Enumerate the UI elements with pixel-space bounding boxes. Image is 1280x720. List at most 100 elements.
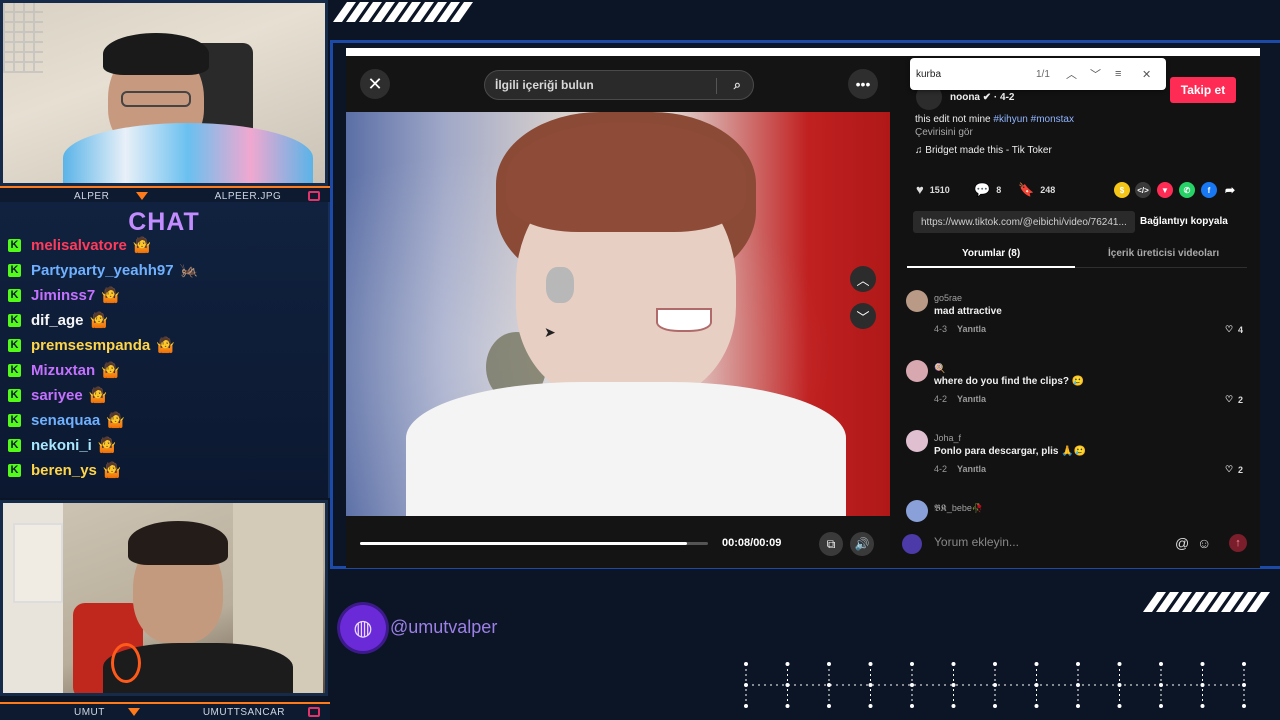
find-count: 1/1 xyxy=(1036,68,1050,80)
comment-date: 4-3 xyxy=(934,324,948,334)
coin-icon[interactable]: $ xyxy=(1114,182,1130,198)
chat-emote-icon: 🤷 xyxy=(106,412,125,429)
search-placeholder: İlgili içeriği bulun xyxy=(495,78,594,92)
reply-button[interactable]: Yanıtla xyxy=(957,464,986,474)
comment-username[interactable]: Joha_f xyxy=(934,433,961,443)
commenter-avatar[interactable] xyxy=(906,500,928,522)
kick-badge-icon: K xyxy=(8,338,21,352)
comment-username[interactable]: 🍭 xyxy=(934,363,945,374)
chat-username[interactable]: melisalvatore xyxy=(31,237,127,254)
music-title: Bridget made this - Tik Toker xyxy=(925,145,1052,156)
kick-badge-icon: K xyxy=(8,263,21,277)
hashtags[interactable]: #kihyun #monstax xyxy=(993,114,1074,125)
chat-emote-icon: 🤷 xyxy=(97,437,117,454)
next-match-icon[interactable]: ﹀ xyxy=(1090,66,1101,82)
chat-username[interactable]: Jiminss7 xyxy=(31,287,95,304)
tab-creator-videos[interactable]: İçerik üreticisi videoları xyxy=(1108,248,1219,259)
music-line[interactable]: ♫ Bridget made this - Tik Toker xyxy=(915,145,1052,156)
chat-message: Ksenaquaa 🤷 xyxy=(8,409,125,431)
menu-icon[interactable]: ≡ xyxy=(1115,68,1121,80)
chat-username[interactable]: premsesmpanda xyxy=(31,337,150,354)
chat-username[interactable]: senaquaa xyxy=(31,412,100,429)
mouse-cursor-icon: ➤ xyxy=(544,324,556,340)
comment-like-icon[interactable]: ♡ xyxy=(1225,324,1233,335)
embed-icon[interactable]: </> xyxy=(1135,182,1151,198)
copy-link-button[interactable]: Bağlantıyı kopyala xyxy=(1140,216,1228,227)
chat-emote-icon: 🤷 xyxy=(156,337,175,354)
comment-stat[interactable]: 💬 8 xyxy=(974,182,1001,198)
chat-username[interactable]: nekoni_i xyxy=(31,437,92,454)
related-search-input[interactable]: İlgili içeriği bulun ⌕ xyxy=(484,70,754,100)
follow-button[interactable]: Takip et xyxy=(1170,77,1236,103)
timecode: 00:08/00:09 xyxy=(722,537,782,549)
video-link-field[interactable]: https://www.tiktok.com/@eibichi/video/76… xyxy=(913,211,1135,233)
kick-badge-icon: K xyxy=(8,288,21,302)
my-avatar xyxy=(902,534,922,554)
video-progress-bar[interactable] xyxy=(360,542,708,545)
chat-emote-icon: 🦗 xyxy=(179,262,199,279)
chat-username[interactable]: beren_ys xyxy=(31,462,97,479)
reply-button[interactable]: Yanıtla xyxy=(957,394,986,404)
decorative-stripes xyxy=(332,2,474,22)
previous-video-button[interactable]: ︿ xyxy=(850,266,876,292)
streamer-name: ALPER xyxy=(74,190,110,202)
webcam-bottom xyxy=(0,500,328,696)
save-stat[interactable]: 🔖 248 xyxy=(1018,182,1055,198)
music-note-icon: ♫ xyxy=(915,145,926,156)
streamer-name: UMUT xyxy=(74,706,105,718)
chat-username[interactable]: dif_age xyxy=(31,312,84,329)
comment-username[interactable]: 𝕭𝕶_bebe🥀 xyxy=(934,503,983,514)
close-find-icon[interactable]: ✕ xyxy=(1142,68,1151,81)
emoji-icon[interactable]: ☺ xyxy=(1197,535,1211,551)
send-icon[interactable]: ▼ xyxy=(1157,182,1173,198)
video-frame[interactable]: ➤ xyxy=(346,112,890,516)
find-in-page-bar[interactable]: kurba 1/1 ︿ ﹀ ≡ ✕ xyxy=(910,58,1166,90)
share-arrow-icon[interactable]: ➦ xyxy=(1222,182,1238,198)
comment-text: where do you find the clips? 🥲 xyxy=(934,376,1085,387)
next-video-button[interactable]: ﹀ xyxy=(850,303,876,329)
commenter-avatar[interactable] xyxy=(906,360,928,382)
chat-username[interactable]: Mizuxtan xyxy=(31,362,95,379)
save-count: 248 xyxy=(1040,185,1056,195)
reply-button[interactable]: Yanıtla xyxy=(957,324,986,334)
chat-emote-icon: 🤷 xyxy=(132,237,152,254)
close-button[interactable]: ✕ xyxy=(360,69,390,99)
more-options-button[interactable]: ••• xyxy=(848,69,878,99)
stream-layout: ALPER ALPEER.JPG CHAT Kmelisalvatore 🤷 K Pa… xyxy=(0,0,1280,720)
chat-message: Ksariyee 🤷 xyxy=(8,384,107,406)
kick-badge-icon: K xyxy=(8,463,21,477)
chat-title: CHAT xyxy=(128,208,200,236)
decorative-stripes xyxy=(1142,592,1271,612)
search-icon[interactable]: ⌕ xyxy=(734,77,741,93)
chat-username[interactable]: sariyee xyxy=(31,387,83,404)
tab-comments[interactable]: Yorumlar (8) xyxy=(962,248,1020,259)
comment-date: 4-2 xyxy=(934,464,948,474)
chat-message: K Partyparty_yeahh97 🦗 xyxy=(8,259,198,281)
like-count: 1510 xyxy=(929,184,950,195)
whatsapp-icon[interactable]: ✆ xyxy=(1179,182,1195,198)
chevron-up-icon: ︿ xyxy=(856,272,870,288)
commenter-avatar[interactable] xyxy=(906,430,928,452)
kick-badge-icon: K xyxy=(8,238,21,252)
arrow-up-icon: ↑ xyxy=(1235,537,1241,549)
picture-in-picture-icon: ⧉ xyxy=(826,536,836,551)
send-comment-button[interactable]: ↑ xyxy=(1229,534,1247,552)
find-query[interactable]: kurba xyxy=(916,69,941,80)
translate-link[interactable]: Çevirisini gör xyxy=(915,127,973,138)
like-stat[interactable]: ♥ 1510 xyxy=(916,182,950,197)
comment-username[interactable]: go5rae xyxy=(934,293,962,303)
comment-like-icon[interactable]: ♡ xyxy=(1225,394,1233,405)
chat-message: Kdif_age 🤷 xyxy=(8,309,108,331)
floating-player-button[interactable]: ⧉ xyxy=(819,532,843,556)
chat-username[interactable]: Partyparty_yeahh97 xyxy=(31,262,174,279)
mention-icon[interactable]: @ xyxy=(1175,535,1189,551)
video-caption: this edit not mine #kihyun #monstax xyxy=(915,114,1074,125)
facebook-icon[interactable]: f xyxy=(1201,182,1217,198)
commenter-avatar[interactable] xyxy=(906,290,928,312)
heart-icon: ♥ xyxy=(916,182,924,197)
comment-like-icon[interactable]: ♡ xyxy=(1225,464,1233,475)
volume-button[interactable]: 🔊 xyxy=(850,532,874,556)
globe-icon: ◍ xyxy=(340,605,386,651)
author-line[interactable]: noona ✔ · 4-2 xyxy=(950,92,1015,103)
previous-match-icon[interactable]: ︿ xyxy=(1066,66,1077,82)
